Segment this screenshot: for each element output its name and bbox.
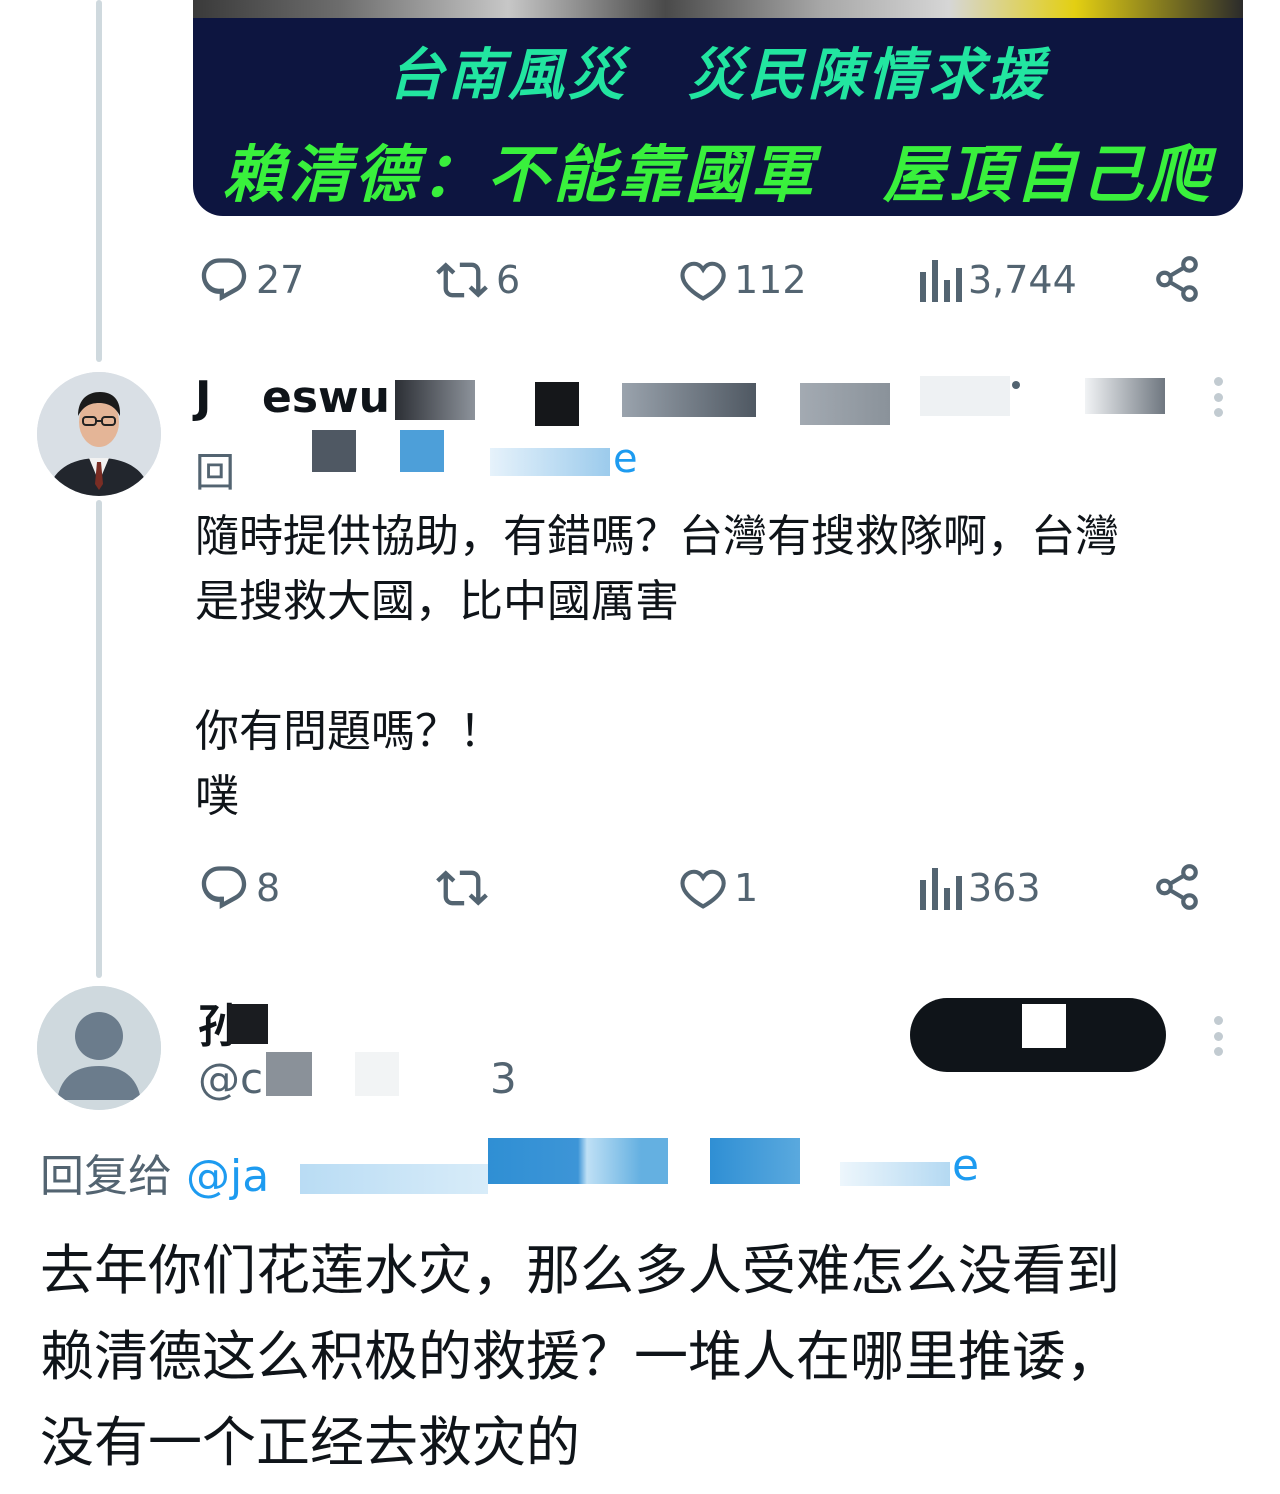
redacted-handle-block xyxy=(266,1052,312,1096)
thread-line-middle xyxy=(96,500,102,978)
post2-reply-to-mention-suffix[interactable]: e xyxy=(613,436,638,482)
repost-icon xyxy=(436,262,488,298)
profile-photo xyxy=(37,372,161,496)
post3-handle-tail: 3 xyxy=(490,1054,517,1103)
post2-author-name[interactable]: J xyxy=(195,372,211,423)
like-button[interactable]: 112 xyxy=(676,250,807,310)
like-icon xyxy=(680,261,726,301)
default-avatar-icon xyxy=(37,986,161,1110)
redacted-mention-block xyxy=(300,1164,488,1194)
repost-button[interactable]: 6 xyxy=(434,250,520,310)
views-count: 3,744 xyxy=(968,258,1077,302)
reply-button[interactable]: 27 xyxy=(198,250,304,310)
like-count: 1 xyxy=(734,866,759,910)
redacted-mention-block xyxy=(840,1162,950,1186)
post2-reply-to-prefix: 回 xyxy=(195,450,235,496)
like-button[interactable]: 1 xyxy=(676,858,758,918)
post2-author-name-part[interactable]: eswu xyxy=(262,372,390,423)
views-button[interactable]: 3,744 xyxy=(918,250,1077,310)
redacted-name-block xyxy=(228,1004,268,1044)
reply-count: 27 xyxy=(256,258,305,302)
thread-line-top xyxy=(96,0,102,362)
like-icon xyxy=(680,869,726,909)
post2-action-bar: 8 1 363 xyxy=(198,858,1208,918)
views-icon xyxy=(920,260,962,302)
reply-count: 8 xyxy=(256,866,281,910)
media-photo xyxy=(193,0,1243,18)
redacted-time-block xyxy=(920,376,1010,416)
redacted-name-block xyxy=(535,382,579,426)
post3-author-handle[interactable]: @c xyxy=(198,1054,263,1103)
reply-icon xyxy=(201,258,247,302)
reply-icon xyxy=(201,866,247,910)
redacted-name-block xyxy=(395,380,475,420)
redacted-mention-block xyxy=(312,430,356,472)
reply-button[interactable]: 8 xyxy=(198,858,280,918)
media-caption-line2: 賴清德：不能靠國軍 屋頂自己爬 xyxy=(222,138,1213,211)
more-icon[interactable] xyxy=(1213,1016,1223,1056)
share-icon xyxy=(1156,256,1198,302)
post1-action-bar: 27 6 112 3,744 xyxy=(198,250,1208,310)
avatar[interactable] xyxy=(37,372,161,496)
redacted-handle-block xyxy=(355,1052,399,1096)
repost-button[interactable] xyxy=(434,858,496,918)
reply-to-prefix: 回复给 xyxy=(40,1151,172,1202)
views-icon xyxy=(920,868,962,910)
separator-dot xyxy=(1012,381,1020,389)
redacted-mention-block xyxy=(488,1138,668,1184)
media-caption-line1: 台南風災 災民陳情求援 xyxy=(388,43,1048,108)
reply-to-mention[interactable]: @ja xyxy=(186,1151,269,1202)
post-media-image[interactable]: 台南風災 災民陳情求援 賴清德：不能靠國軍 屋頂自己爬 xyxy=(193,0,1243,216)
redacted-handle-block xyxy=(622,383,756,417)
follow-button[interactable] xyxy=(910,998,1166,1072)
post2-body: 隨時提供協助，有錯嗎？台灣有搜救隊啊，台灣 是搜救大國，比中國厲害 你有問題嗎？… xyxy=(195,511,1119,822)
redacted-mention-block xyxy=(710,1138,800,1184)
post3-reply-to: 回复给 @ja xyxy=(40,1140,269,1204)
repost-icon xyxy=(436,870,488,906)
redacted-time-block xyxy=(800,383,890,425)
avatar[interactable] xyxy=(37,986,161,1110)
redacted-mention-block xyxy=(400,430,444,472)
share-button[interactable] xyxy=(1152,862,1202,916)
share-icon xyxy=(1156,864,1198,910)
like-count: 112 xyxy=(734,258,807,302)
redacted-mention-block xyxy=(490,448,610,476)
more-icon[interactable] xyxy=(1213,377,1223,417)
views-count: 363 xyxy=(968,866,1041,910)
post3-body: 去年你们花莲水灾，那么多人受难怎么没看到 赖清德这么积极的救援？一堆人在哪里推诿… xyxy=(40,1239,1120,1474)
views-button[interactable]: 363 xyxy=(918,858,1041,918)
redacted-time-block xyxy=(1085,378,1165,414)
reply-to-mention-tail[interactable]: e xyxy=(952,1140,979,1191)
follow-button-label-redacted xyxy=(1022,1004,1066,1048)
share-button[interactable] xyxy=(1152,254,1202,308)
repost-count: 6 xyxy=(496,258,521,302)
